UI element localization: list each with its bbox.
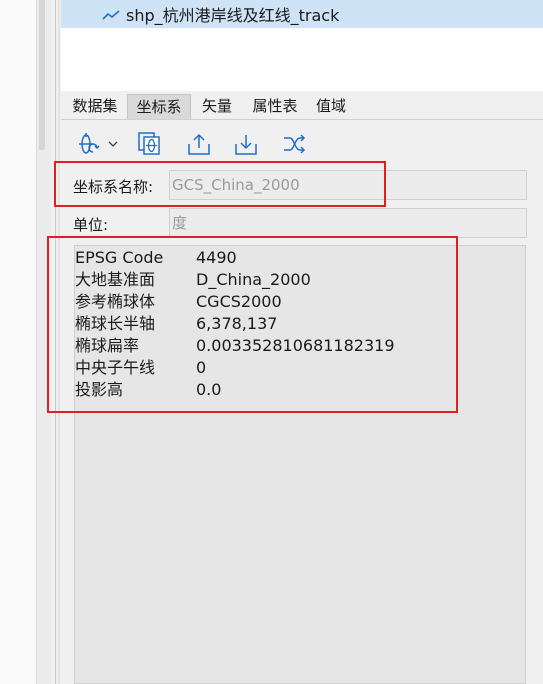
info-value: CGCS2000 bbox=[196, 292, 282, 311]
panel-divider bbox=[55, 0, 56, 684]
tab-separator bbox=[61, 119, 543, 120]
info-key: 椭球扁率 bbox=[75, 336, 140, 355]
info-key: EPSG Code bbox=[75, 248, 164, 267]
tab-coordinate-system[interactable]: 坐标系 bbox=[127, 94, 191, 119]
info-value: 6,378,137 bbox=[196, 314, 278, 333]
line-layer-icon bbox=[102, 7, 122, 21]
crs-name-field[interactable]: GCS_China_2000 bbox=[169, 170, 527, 200]
crs-name-label: 坐标系名称: bbox=[73, 178, 154, 196]
convert-icon bbox=[282, 132, 308, 156]
tree-item-selected-layer[interactable]: shp_杭州港岸线及红线_track bbox=[61, 0, 543, 28]
info-value: 4490 bbox=[196, 248, 237, 267]
import-icon bbox=[233, 132, 259, 156]
copy-coordinate-system-icon bbox=[137, 131, 163, 157]
copy-coordinate-system-button[interactable] bbox=[135, 130, 165, 158]
panel-divider-secondary bbox=[58, 0, 60, 684]
projection-dropdown-button[interactable] bbox=[105, 130, 121, 158]
info-value: 0 bbox=[196, 358, 207, 377]
unit-field[interactable]: 度 bbox=[169, 208, 527, 238]
import-button[interactable] bbox=[231, 130, 261, 158]
tab-attribute-table[interactable]: 属性表 bbox=[247, 94, 303, 119]
dropdown-arrow-icon bbox=[108, 140, 118, 148]
property-tabs: 数据集 坐标系 矢量 属性表 值域 bbox=[61, 94, 543, 119]
coordinate-toolbar bbox=[61, 124, 543, 164]
left-pane bbox=[0, 0, 36, 684]
info-key: 椭球长半轴 bbox=[75, 314, 156, 333]
left-scrollbar-thumb[interactable] bbox=[39, 0, 45, 150]
export-button[interactable] bbox=[184, 130, 214, 158]
unit-label: 单位: bbox=[73, 216, 109, 234]
info-value: D_China_2000 bbox=[196, 270, 311, 289]
info-key: 中央子午线 bbox=[75, 358, 156, 377]
info-key: 大地基准面 bbox=[75, 270, 156, 289]
tab-dataset[interactable]: 数据集 bbox=[67, 94, 123, 119]
tree-item-label: shp_杭州港岸线及红线_track bbox=[126, 6, 340, 25]
projection-settings-icon bbox=[77, 132, 103, 156]
tab-vector[interactable]: 矢量 bbox=[197, 94, 237, 119]
info-key: 参考椭球体 bbox=[75, 292, 156, 311]
tab-value-domain[interactable]: 值域 bbox=[311, 94, 351, 119]
projection-settings-button[interactable] bbox=[75, 130, 105, 158]
info-value: 0.0 bbox=[196, 380, 222, 399]
convert-button[interactable] bbox=[280, 130, 310, 158]
info-key: 投影高 bbox=[75, 380, 124, 399]
info-value: 0.003352810681182319 bbox=[196, 336, 395, 355]
export-icon bbox=[186, 132, 212, 156]
dataset-tree: shp_杭州港岸线及红线_track bbox=[61, 0, 543, 91]
